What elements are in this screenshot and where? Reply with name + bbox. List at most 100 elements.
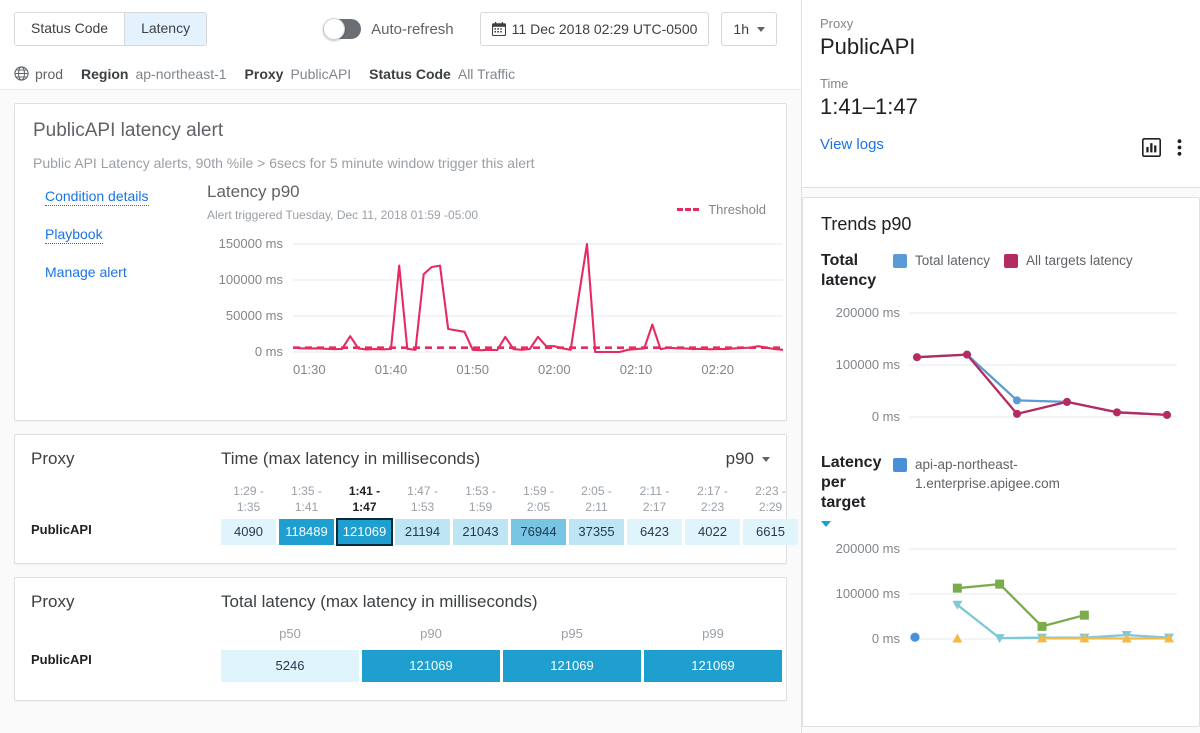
metric-tab-group: Status Code Latency — [14, 12, 207, 46]
trends-total-latency-label-line1: Total — [821, 251, 893, 271]
legend-swatch-target — [893, 458, 907, 472]
legend-total-latency[interactable]: Total latency — [893, 253, 990, 268]
breadcrumb-value-proxy[interactable]: PublicAPI — [290, 66, 351, 82]
time-heatmap-cell[interactable]: 21043 — [453, 519, 508, 545]
latency-per-target-label: Latency per target — [821, 453, 893, 533]
time-heatmap-cell[interactable]: 21194 — [395, 519, 450, 545]
total-latency-column-header: p50 — [221, 626, 359, 650]
breadcrumb-value-status-code[interactable]: All Traffic — [458, 66, 515, 82]
latency-chart-header: Latency p90 Alert triggered Tuesday, Dec… — [207, 182, 478, 222]
alert-links: Condition details Playbook Manage alert — [45, 188, 195, 300]
auto-refresh-toggle[interactable]: Auto-refresh — [323, 19, 454, 39]
svg-text:02:10: 02:10 — [620, 362, 653, 377]
time-heatmap-proxy-label: Proxy — [31, 449, 221, 469]
trends-total-latency-label: Total latency — [821, 251, 893, 291]
svg-text:01:30: 01:30 — [293, 362, 326, 377]
breadcrumb-env[interactable]: prod — [35, 66, 63, 82]
view-logs-link[interactable]: View logs — [820, 136, 1182, 153]
total-latency-column: p90121069 — [362, 626, 500, 682]
time-heatmap-card: Proxy Time (max latency in milliseconds)… — [14, 434, 787, 564]
total-latency-card: Proxy Total latency (max latency in mill… — [14, 577, 787, 701]
time-heatmap-column: 2:05 -2:1137355 — [569, 483, 624, 545]
time-heatmap-column: 2:11 -2:176423 — [627, 483, 682, 545]
latency-chart-subtitle: Alert triggered Tuesday, Dec 11, 2018 01… — [207, 208, 478, 222]
sidebar-proxy-value: PublicAPI — [820, 34, 1182, 60]
svg-text:100000 ms: 100000 ms — [836, 357, 901, 372]
chevron-down-icon[interactable] — [821, 521, 831, 527]
date-picker-value: 11 Dec 2018 02:29 UTC-0500 — [512, 21, 698, 37]
breadcrumb-key-status-code: Status Code — [369, 66, 451, 82]
total-latency-body: PublicAPI p505246p90121069p95121069p9912… — [31, 626, 770, 682]
latency-per-target-chart: 0 ms100000 ms200000 ms — [821, 539, 1181, 669]
time-heatmap-title: Time (max latency in milliseconds) — [221, 449, 726, 469]
svg-text:50000 ms: 50000 ms — [226, 308, 284, 323]
legend-label-all-targets-latency: All targets latency — [1026, 253, 1133, 268]
threshold-line-icon — [677, 208, 699, 211]
time-heatmap-column: 2:17 -2:234022 — [685, 483, 740, 545]
legend-all-targets-latency[interactable]: All targets latency — [1004, 253, 1133, 268]
toolbar: Status Code Latency Auto-refresh — [0, 0, 801, 58]
calendar-icon — [492, 22, 506, 36]
trends-panel: Trends p90 Total latency Total latency — [802, 197, 1200, 727]
time-heatmap-cell[interactable]: 4022 — [685, 519, 740, 545]
time-heatmap-cell[interactable]: 118489 — [279, 519, 334, 545]
alert-title: PublicAPI latency alert — [33, 120, 768, 142]
total-latency-cell[interactable]: 121069 — [503, 650, 641, 682]
legend-swatch-all-targets-latency — [1004, 254, 1018, 268]
svg-text:02:00: 02:00 — [538, 362, 571, 377]
svg-text:02:20: 02:20 — [701, 362, 734, 377]
total-latency-cell[interactable]: 121069 — [644, 650, 782, 682]
time-heatmap-cell[interactable]: 37355 — [569, 519, 624, 545]
trends-total-latency-legend: Total latency All targets latency — [893, 251, 1181, 291]
bar-chart-icon[interactable] — [1142, 138, 1161, 157]
sidebar-actions — [1142, 138, 1182, 157]
time-heatmap-cell[interactable]: 121069 — [337, 519, 392, 545]
latency-per-target-legend: api-ap-northeast- 1.enterprise.apigee.co… — [893, 453, 1181, 533]
time-heatmap-cell[interactable]: 6423 — [627, 519, 682, 545]
time-heatmap-columns: 1:29 -1:3540901:35 -1:411184891:41 -1:47… — [221, 483, 798, 545]
legend-swatch-total-latency — [893, 254, 907, 268]
svg-text:100000 ms: 100000 ms — [219, 272, 284, 287]
trends-total-latency-chart: 0 ms100000 ms200000 ms — [821, 299, 1181, 439]
svg-text:0 ms: 0 ms — [872, 631, 901, 646]
svg-text:200000 ms: 200000 ms — [836, 541, 901, 556]
alert-card: PublicAPI latency alert Public API Laten… — [14, 103, 787, 421]
total-latency-cell[interactable]: 121069 — [362, 650, 500, 682]
link-manage-alert[interactable]: Manage alert — [45, 264, 127, 280]
total-latency-row-label: PublicAPI — [31, 626, 221, 682]
toggle-track[interactable] — [323, 19, 361, 39]
time-heatmap-header: Proxy Time (max latency in milliseconds)… — [31, 449, 770, 469]
link-playbook[interactable]: Playbook — [45, 226, 103, 244]
legend-label-target-line2: 1.enterprise.apigee.com — [915, 476, 1060, 491]
latency-per-target-label-line1: Latency — [821, 453, 893, 473]
time-heatmap-column-header: 2:23 -2:29 — [743, 483, 798, 519]
link-condition-details[interactable]: Condition details — [45, 188, 149, 206]
total-latency-column-header: p99 — [644, 626, 782, 650]
percentile-selector[interactable]: p90 — [726, 449, 770, 469]
time-heatmap-column: 2:23 -2:296615 — [743, 483, 798, 545]
time-heatmap-cell[interactable]: 4090 — [221, 519, 276, 545]
breadcrumb: prod Region ap-northeast-1 Proxy PublicA… — [0, 58, 801, 90]
total-latency-columns: p505246p90121069p95121069p99121069 — [221, 626, 782, 682]
breadcrumb-key-proxy: Proxy — [245, 66, 284, 82]
latency-per-target-section: Latency per target api-ap-northeast- 1.e… — [821, 453, 1181, 533]
date-picker[interactable]: 11 Dec 2018 02:29 UTC-0500 — [480, 12, 710, 46]
svg-text:150000 ms: 150000 ms — [219, 236, 284, 251]
time-heatmap-column: 1:53 -1:5921043 — [453, 483, 508, 545]
app-root: Status Code Latency Auto-refresh — [0, 0, 1200, 733]
time-heatmap-cell[interactable]: 76944 — [511, 519, 566, 545]
time-heatmap-cell[interactable]: 6615 — [743, 519, 798, 545]
total-latency-title: Total latency (max latency in millisecon… — [221, 592, 770, 612]
tab-latency[interactable]: Latency — [124, 13, 206, 45]
breadcrumb-value-region[interactable]: ap-northeast-1 — [135, 66, 226, 82]
total-latency-cell[interactable]: 5246 — [221, 650, 359, 682]
legend-label-target-line1: api-ap-northeast- — [915, 457, 1018, 472]
details-sidebar: Proxy PublicAPI Time 1:41–1:47 View logs — [802, 0, 1200, 733]
time-range-selector[interactable]: 1h — [721, 12, 777, 46]
time-heatmap-column-header: 1:35 -1:41 — [279, 483, 334, 519]
kebab-menu-icon[interactable] — [1177, 138, 1182, 157]
time-heatmap-column: 1:47 -1:5321194 — [395, 483, 450, 545]
toggle-knob — [323, 18, 345, 40]
tab-status-code[interactable]: Status Code — [15, 13, 124, 45]
latency-p90-chart: 150000 ms100000 ms50000 ms0 ms01:3001:40… — [205, 234, 785, 384]
